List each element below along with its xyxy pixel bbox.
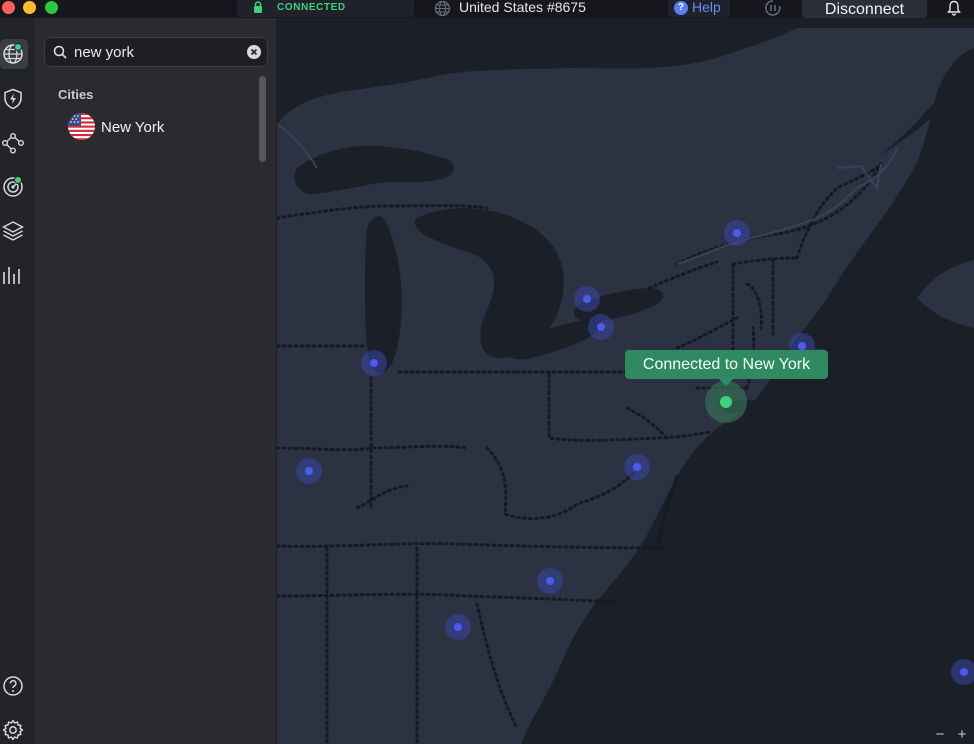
server-location-dot [583, 295, 591, 303]
server-location-dot [546, 577, 554, 585]
server-location-dot [960, 668, 968, 676]
server-location-dot [370, 359, 378, 367]
pause-icon[interactable] [764, 0, 782, 16]
nav-statistics[interactable] [0, 260, 28, 290]
server-location-dot [597, 323, 605, 331]
status-badge [14, 176, 22, 184]
threat-protection-icon [4, 88, 22, 110]
panel-scrollbar[interactable] [259, 76, 266, 162]
zoom-out-button[interactable]: − [932, 727, 948, 743]
section-label-cities: Cities [58, 87, 94, 102]
search-input[interactable] [74, 43, 234, 62]
help-question-icon [3, 676, 23, 696]
nav-specialty-servers[interactable] [0, 216, 28, 246]
statistics-bars-icon [3, 267, 20, 284]
nav-threat-protection[interactable] [0, 84, 28, 114]
tooltip-arrow [719, 379, 733, 386]
disconnect-button[interactable]: Disconnect [802, 0, 927, 18]
lock-icon [254, 1, 262, 13]
search-icon [53, 45, 67, 59]
server-map[interactable]: Connected to New York − + [277, 28, 974, 744]
app-window: CONNECTED United States #8675 ? Help Dis… [0, 0, 974, 744]
close-window-button[interactable] [2, 1, 15, 14]
status-badge [14, 43, 22, 51]
question-icon: ? [674, 1, 688, 15]
bell-icon[interactable] [946, 0, 962, 16]
clear-search-icon[interactable] [247, 45, 261, 59]
connection-status-text: CONNECTED [277, 2, 346, 13]
connected-tooltip: Connected to New York [625, 350, 828, 379]
server-location-dot [633, 463, 641, 471]
land-mass [277, 28, 974, 744]
settings-gear-icon [2, 719, 24, 741]
server-location-dot [305, 467, 313, 475]
navigation-rail [0, 18, 36, 744]
nav-countries[interactable] [0, 39, 28, 69]
city-name: New York [101, 119, 165, 136]
nav-settings[interactable] [0, 715, 28, 744]
server-location-dot [454, 623, 462, 631]
connection-status: CONNECTED [237, 0, 414, 17]
title-bar: CONNECTED United States #8675 ? Help Dis… [0, 0, 974, 18]
nav-dark-web-monitor[interactable] [0, 172, 28, 202]
us-flag-icon [68, 113, 95, 140]
help-button[interactable]: ? Help [668, 0, 730, 17]
search-panel: Cities [36, 18, 276, 744]
nav-help[interactable] [0, 671, 28, 701]
server-name: United States #8675 [459, 0, 586, 15]
nav-meshnet[interactable] [0, 128, 28, 158]
zoom-window-button[interactable] [45, 1, 58, 14]
help-label: Help [692, 0, 721, 15]
city-result-new-york[interactable]: New York [64, 112, 244, 142]
search-box [44, 37, 268, 67]
connected-location-dot [720, 396, 732, 408]
specialty-servers-layers-icon [1, 221, 25, 241]
zoom-in-button[interactable]: + [954, 727, 970, 743]
server-location-dot [798, 342, 806, 350]
meshnet-icon [2, 133, 25, 154]
map-canvas [277, 28, 974, 744]
minimize-window-button[interactable] [23, 1, 36, 14]
server-location-dot [733, 229, 741, 237]
globe-icon [434, 0, 451, 17]
